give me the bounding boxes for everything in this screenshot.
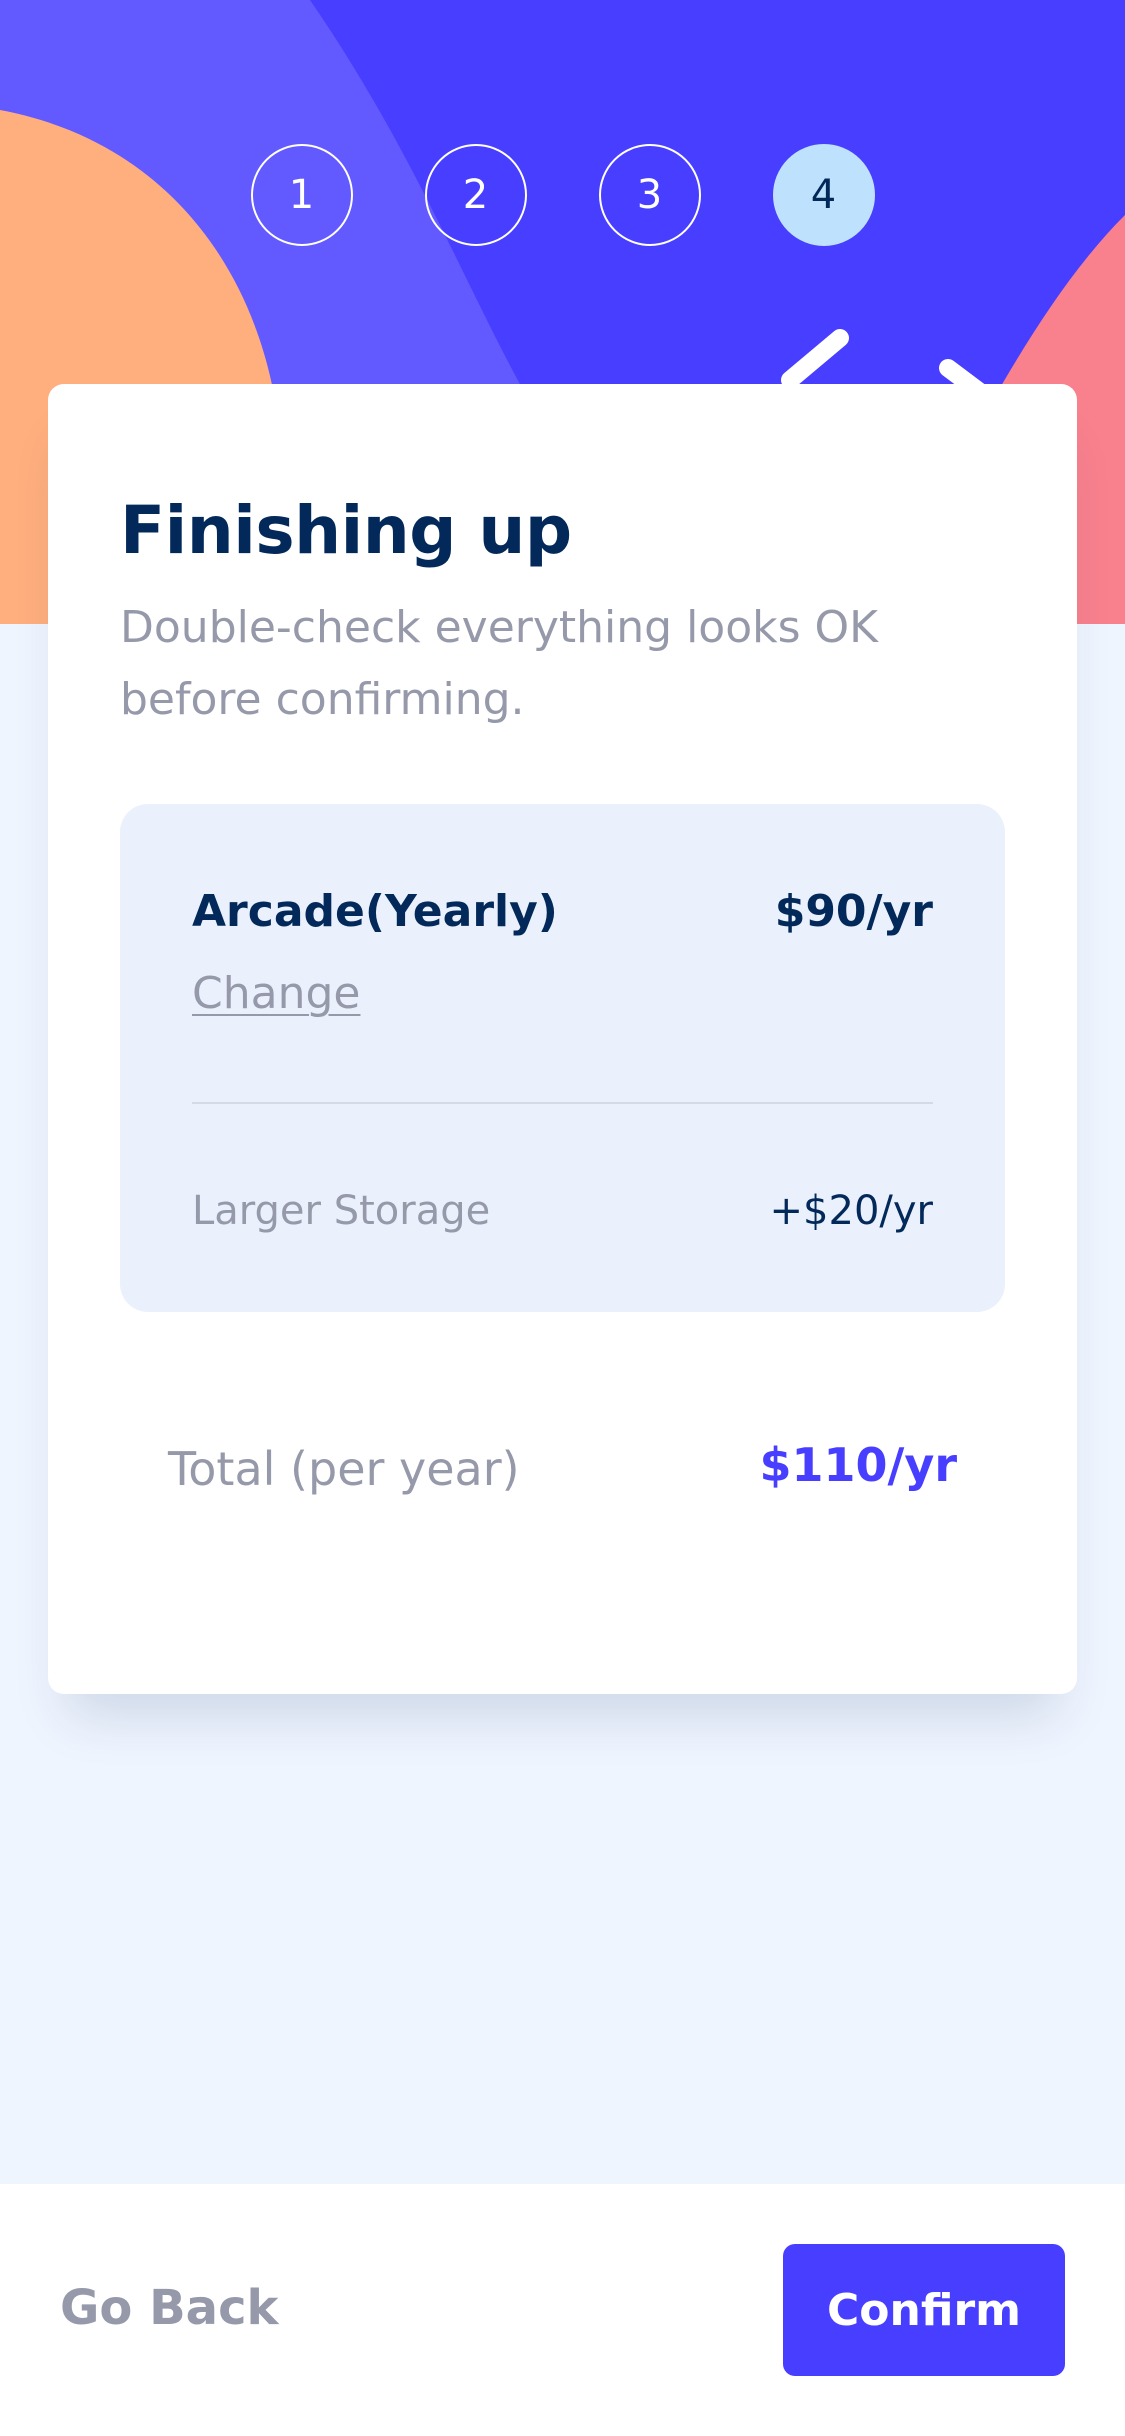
step-1: 1 (250, 144, 353, 246)
confirm-button[interactable]: Confirm (783, 2244, 1065, 2376)
step-2: 2 (424, 144, 527, 246)
plan-price: $90/yr (774, 886, 933, 937)
plan-name: Arcade(Yearly) (192, 886, 558, 937)
summary-card: Finishing up Double-check everything loo… (48, 384, 1077, 1694)
step-3: 3 (598, 144, 701, 246)
summary-divider (192, 1102, 933, 1104)
page-subtitle: Double-check everything looks OK before … (120, 602, 879, 725)
page: 1 2 3 4 Finishing up Double-check everyt… (0, 0, 1125, 2436)
total-label: Total (per year) (168, 1442, 520, 1496)
step-indicator: 1 2 3 4 (0, 144, 1125, 246)
addon-price: +$20/yr (769, 1188, 933, 1234)
go-back-button[interactable]: Go Back (60, 2280, 278, 2336)
addon-name: Larger Storage (192, 1188, 491, 1234)
step-4-active: 4 (772, 144, 875, 246)
change-plan-link[interactable]: Change (192, 968, 360, 1019)
total-price: $110/yr (759, 1438, 958, 1492)
page-title: Finishing up (120, 492, 572, 569)
order-summary: Arcade(Yearly) $90/yr Change Larger Stor… (120, 804, 1005, 1312)
footer-bar: Go Back Confirm (0, 2184, 1125, 2436)
